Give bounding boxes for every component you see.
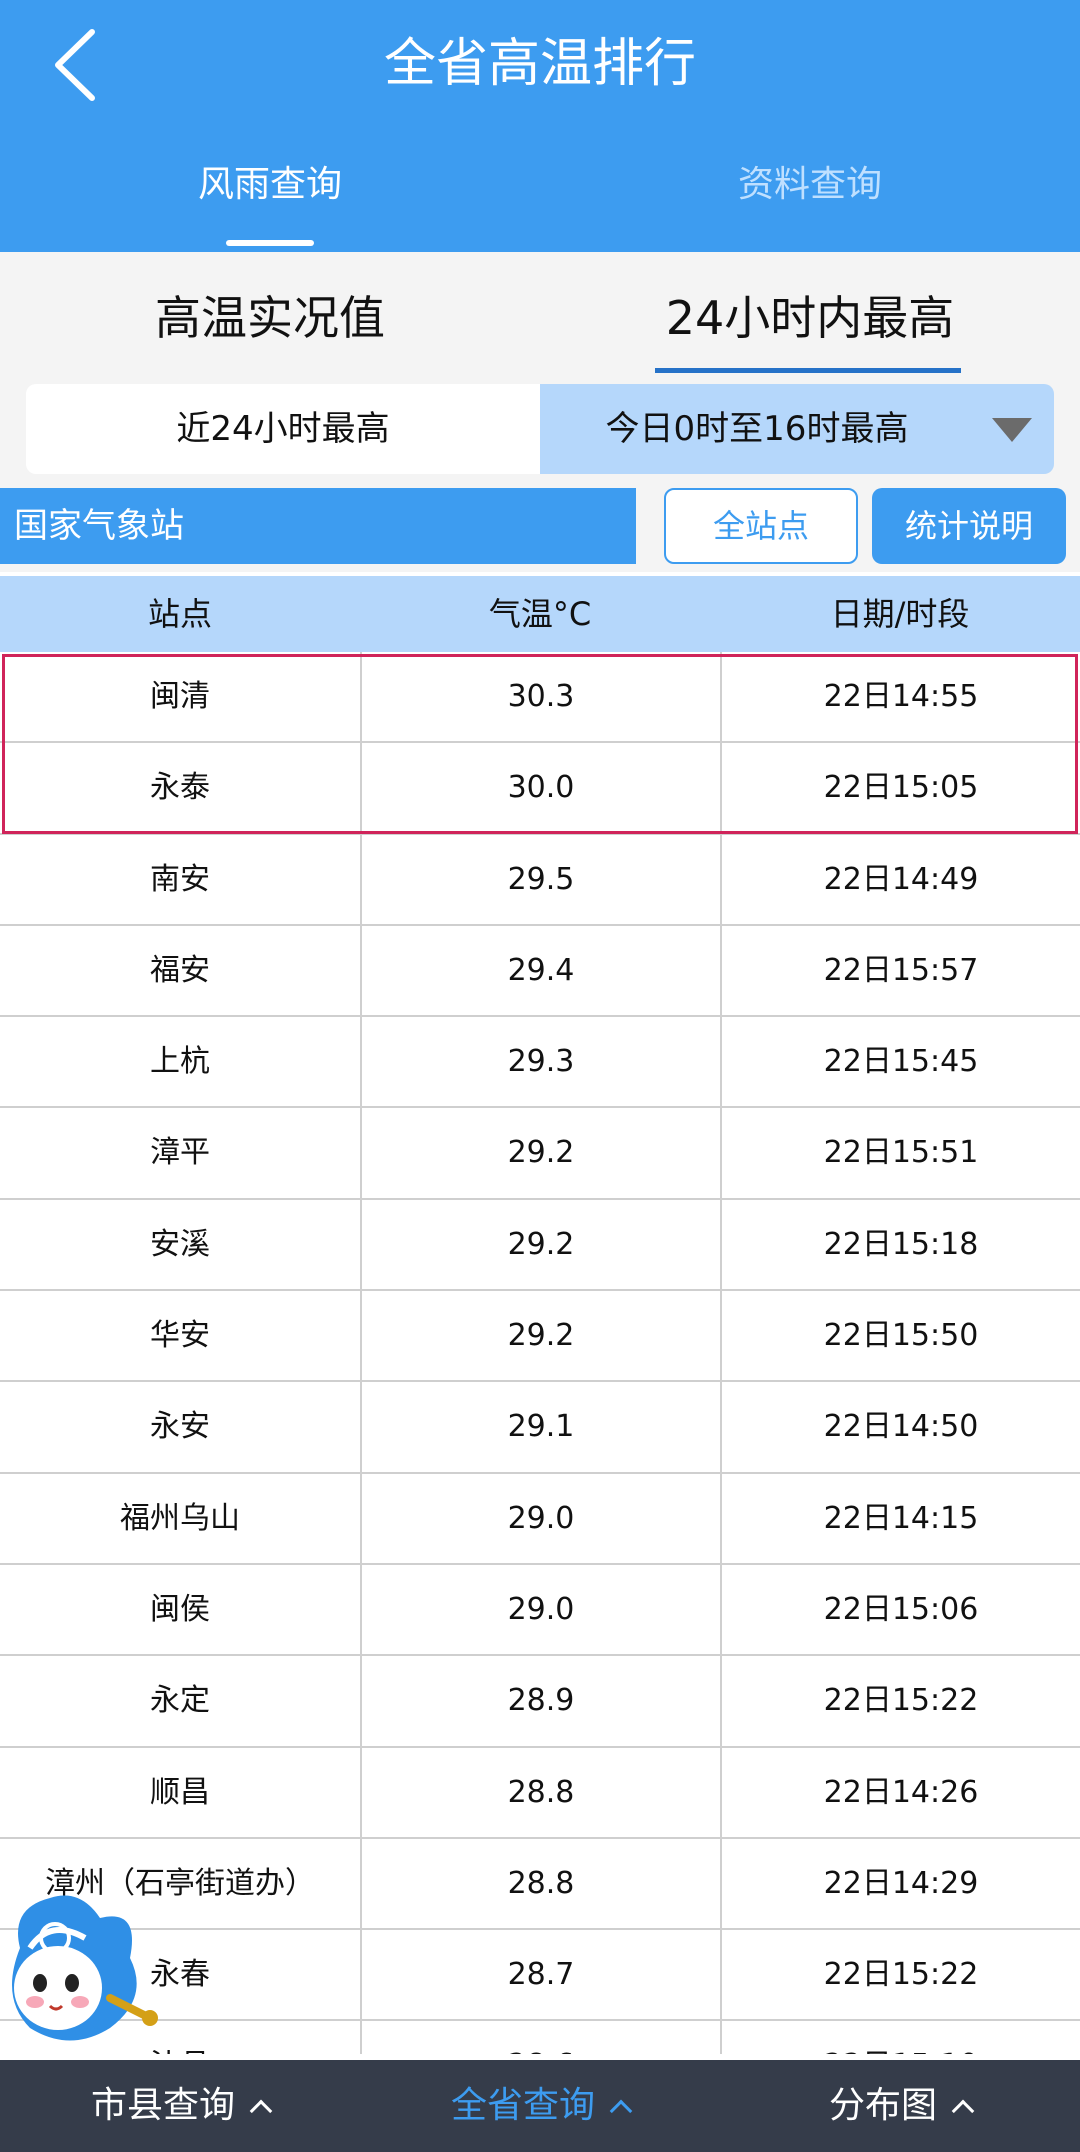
- tab-data-query[interactable]: 资料查询: [540, 150, 1080, 220]
- chevron-up-icon: [951, 2099, 975, 2123]
- nav-city-query-label: 市县查询: [90, 2085, 235, 2126]
- table-row[interactable]: 南安 29.5 22日14:49: [0, 834, 1080, 926]
- temperature-cell: 29.5: [360, 834, 720, 924]
- temperature-cell: 29.1: [360, 1382, 720, 1472]
- table-row[interactable]: 上杭 29.3 22日15:45: [0, 1017, 1080, 1109]
- table-row[interactable]: 闽清 30.3 22日14:55: [0, 652, 1080, 744]
- datetime-cell: 22日15:50: [720, 1291, 1080, 1381]
- active-tab-indicator: [226, 240, 314, 246]
- station-name-cell: 永泰: [150, 770, 210, 806]
- ranking-table[interactable]: 闽清 30.3 22日14:55 永泰 30.0 22日15:05 南安 29.5 22日14:…: [0, 652, 1080, 2054]
- datetime-cell: 22日15:06: [720, 1564, 1080, 1655]
- station-name-cell: 南安: [150, 861, 210, 897]
- stats-explanation-button[interactable]: 统计说明: [872, 488, 1066, 564]
- temperature-cell: 29.2: [360, 1199, 720, 1290]
- temperature-cell: 30.3: [360, 652, 720, 742]
- mascot-icon: [12, 1895, 158, 2041]
- temperature-cell: 28.9: [360, 1656, 720, 1746]
- datetime-cell: 22日15:22: [720, 1656, 1080, 1746]
- table-row[interactable]: 闽侯 29.0 22日15:06: [0, 1564, 1080, 1657]
- table-row[interactable]: 漳州（石亭街道办） 28.8 22日14:29: [0, 1838, 1080, 1931]
- temperature-cell: 29.3: [360, 1017, 720, 1107]
- table-row[interactable]: 沙县28.622日15:10: [0, 2021, 1080, 2054]
- station-name-cell: 上杭: [150, 1044, 210, 1080]
- range-option-last-24h[interactable]: 近24小时最高: [26, 384, 540, 474]
- chevron-up-icon: [249, 2099, 273, 2123]
- dropdown-caret-icon: [992, 418, 1032, 442]
- temperature-cell: 29.2: [360, 1108, 720, 1198]
- column-header-datetime: 日期/时段: [830, 595, 970, 633]
- datetime-cell: 22日14:29: [720, 1838, 1080, 1929]
- datetime-cell: 22日15:22: [720, 1930, 1080, 2020]
- station-name-cell: 漳平: [150, 1135, 210, 1171]
- station-name-cell: 福安: [150, 952, 210, 988]
- datetime-cell: 22日15:51: [720, 1108, 1080, 1198]
- table-row[interactable]: 永泰 30.0 22日15:05: [0, 743, 1080, 835]
- temperature-cell: 28.6: [360, 2021, 720, 2054]
- station-name-cell: 闽清: [150, 679, 210, 714]
- station-name-cell: 永定: [150, 1683, 210, 1719]
- datetime-cell: 22日14:15: [720, 1473, 1080, 1563]
- all-stations-button[interactable]: 全站点: [664, 488, 858, 564]
- table-row[interactable]: 华安 29.2 22日15:50: [0, 1291, 1080, 1383]
- datetime-cell: 22日15:05: [720, 743, 1080, 833]
- column-header-station: 站点: [147, 595, 212, 633]
- station-type-label: 国家气象站: [0, 488, 636, 564]
- range-option-today-label: 今日0时至16时最高: [605, 409, 909, 449]
- table-row[interactable]: 永安 29.1 22日14:50: [0, 1382, 1080, 1474]
- datetime-cell: 22日14:55: [720, 652, 1080, 742]
- datetime-cell: 22日14:26: [720, 1747, 1080, 1837]
- table-row[interactable]: 顺昌 28.8 22日14:26: [0, 1747, 1080, 1839]
- station-name-cell: 福州乌山: [120, 1500, 240, 1536]
- table-header: 站点 气温°C 日期/时段: [0, 576, 1080, 652]
- nav-city-query[interactable]: 市县查询: [0, 2060, 360, 2152]
- datetime-cell: 22日14:50: [720, 1382, 1080, 1472]
- range-option-today-dropdown[interactable]: 今日0时至16时最高: [540, 384, 1054, 474]
- page-title: 全省高温排行: [383, 34, 696, 94]
- datetime-cell: 22日15:57: [720, 925, 1080, 1016]
- temperature-cell: 28.7: [360, 1930, 720, 2020]
- datetime-cell: 22日15:45: [720, 1017, 1080, 1107]
- time-range-toggle: 近24小时最高 今日0时至16时最高: [26, 384, 1054, 474]
- temperature-cell: 29.0: [360, 1473, 720, 1563]
- temperature-cell: 28.8: [360, 1747, 720, 1837]
- station-name-cell: 顺昌: [150, 1774, 210, 1810]
- station-name-cell: 安溪: [150, 1226, 210, 1262]
- station-name-cell: 闽侯: [150, 1591, 210, 1627]
- table-row[interactable]: 永定 28.9 22日15:22: [0, 1656, 1080, 1748]
- app-header: 全省高温排行 风雨查询 资料查询: [0, 0, 1080, 252]
- nav-province-query-label: 全省查询: [450, 2085, 595, 2126]
- station-name-cell: 华安: [150, 1318, 210, 1354]
- nav-distribution-map[interactable]: 分布图: [720, 2060, 1080, 2152]
- tab-wind-rain-query[interactable]: 风雨查询: [0, 150, 540, 220]
- temperature-cell: 30.0: [360, 743, 720, 833]
- datetime-cell: 22日15:18: [720, 1199, 1080, 1290]
- datetime-cell: 22日15:10: [720, 2021, 1080, 2054]
- temperature-cell: 29.4: [360, 925, 720, 1016]
- subtab-realtime-high[interactable]: 高温实况值: [0, 268, 540, 368]
- bottom-navigation: 市县查询 全省查询 分布图: [0, 2060, 1080, 2152]
- datetime-cell: 22日14:49: [720, 834, 1080, 924]
- table-row[interactable]: 安溪 29.2 22日15:18: [0, 1199, 1080, 1292]
- column-header-temperature: 气温°C: [488, 595, 592, 633]
- table-row[interactable]: 漳平 29.2 22日15:51: [0, 1108, 1080, 1200]
- temperature-cell: 29.0: [360, 1564, 720, 1655]
- subtab-24h-max[interactable]: 24小时内最高: [540, 268, 1080, 368]
- table-row[interactable]: 福安 29.4 22日15:57: [0, 925, 1080, 1018]
- temperature-cell: 29.2: [360, 1291, 720, 1381]
- table-row[interactable]: 福州乌山 29.0 22日14:15: [0, 1473, 1080, 1565]
- nav-province-query[interactable]: 全省查询: [360, 2060, 720, 2152]
- active-subtab-indicator: [655, 368, 961, 373]
- station-name-cell: 永安: [150, 1409, 210, 1445]
- chevron-up-icon: [609, 2099, 633, 2123]
- nav-distribution-map-label: 分布图: [828, 2085, 937, 2126]
- table-row[interactable]: 永春 28.7 22日15:22: [0, 1930, 1080, 2022]
- temperature-cell: 28.8: [360, 1838, 720, 1929]
